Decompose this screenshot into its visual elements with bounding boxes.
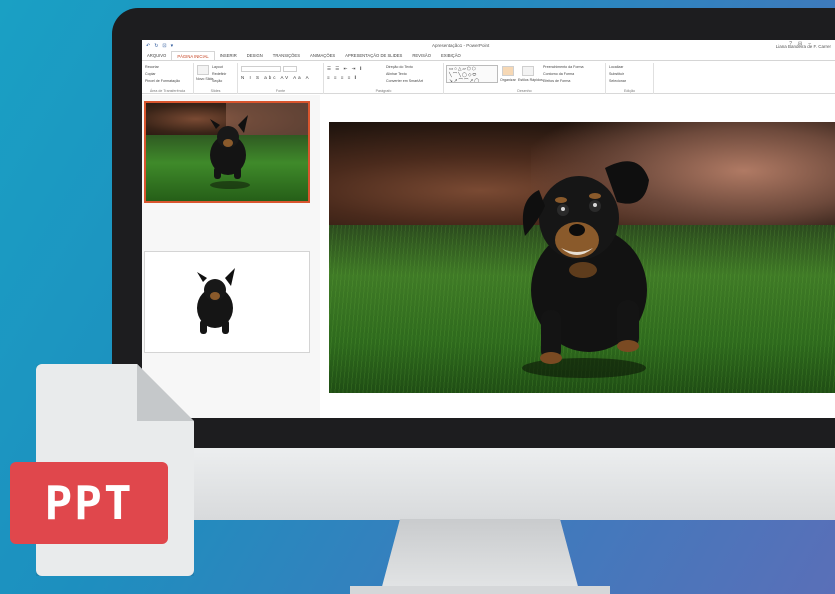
copy-button[interactable]: Copiar	[145, 72, 156, 76]
quick-styles-icon[interactable]	[522, 66, 534, 76]
drawing-group-label: Desenho	[517, 89, 532, 93]
shapes-gallery[interactable]: ▭○△▱⬠⬡ ╲⌒╲◯◇⬭ ↘↗⌒⌒↗◯	[446, 65, 498, 83]
slide-thumbnails-pane	[142, 95, 320, 418]
slide-thumbnail-1[interactable]	[144, 101, 310, 203]
drawing-group: ▭○△▱⬠⬡ ╲⌒╲◯◇⬭ ↘↗⌒⌒↗◯ Organizar Estilos Ráp…	[444, 63, 606, 94]
quick-styles-button[interactable]: Estilos Rápidos	[518, 78, 543, 82]
arrange-icon[interactable]	[502, 66, 514, 76]
list-buttons[interactable]: ☰ ☰ ⇤ ⇥ ‖	[327, 66, 363, 72]
paragraph-group-label: Parágrafo	[375, 89, 392, 93]
find-button[interactable]: Localizar	[609, 65, 623, 69]
dachshund-photo	[522, 161, 649, 378]
shape-fill-button[interactable]: Preenchimento da Forma	[543, 65, 584, 69]
ribbon: Recortar Copiar Pincel de Formatação Áre…	[142, 60, 835, 94]
editing-group-label: Edição	[624, 89, 635, 93]
slide-canvas[interactable]	[329, 122, 835, 393]
customize-icon[interactable]: ▾	[171, 43, 174, 49]
shape-effects-button[interactable]: Efeitos de Forma	[543, 79, 570, 83]
section-button[interactable]: Seção	[212, 79, 222, 83]
slide-thumbnail-2[interactable]	[144, 251, 310, 353]
title-bar: ↶ ↻ ⊡ ▾ Apresentação1 - PowerPoint ? ⊟ –…	[142, 40, 835, 51]
replace-button[interactable]: Substituir	[609, 72, 624, 76]
window-title: Apresentação1 - PowerPoint	[432, 43, 490, 48]
thumbnail-cutout-dog	[145, 252, 309, 352]
ribbon-tabs: ARQUIVO PÁGINA INICIAL INSERIR DESIGN TR…	[142, 51, 835, 60]
user-name[interactable]: Liana Bandeira de F. Carrer	[776, 44, 831, 49]
thumbnail-photo	[146, 103, 308, 201]
clipboard-group: Recortar Copiar Pincel de Formatação Áre…	[142, 63, 194, 94]
redo-icon[interactable]: ↻	[154, 43, 158, 49]
cut-button[interactable]: Recortar	[145, 65, 159, 69]
tab-view[interactable]: EXIBIÇÃO	[436, 51, 466, 60]
shape-outline-button[interactable]: Contorno da Forma	[543, 72, 574, 76]
slides-group: Novo Slide Layout Redefinir Seção Slides	[194, 63, 238, 94]
font-group-label: Fonte	[275, 89, 286, 93]
format-painter-button[interactable]: Pincel de Formatação	[145, 79, 180, 83]
convert-smartart-button[interactable]: Converter em SmartArt	[386, 79, 423, 83]
font-format-buttons[interactable]: N I S abc AV Aa A	[241, 75, 311, 80]
monitor-chin	[112, 448, 835, 520]
tab-animations[interactable]: ANIMAÇÕES	[305, 51, 340, 60]
tab-design[interactable]: DESIGN	[242, 51, 268, 60]
font-size-select[interactable]	[283, 66, 297, 72]
select-button[interactable]: Selecionar	[609, 79, 626, 83]
paragraph-group: ☰ ☰ ⇤ ⇥ ‖ ≡ ≡ ≡ ≡ ‖ Direção do Texto Ali…	[324, 63, 444, 94]
undo-icon[interactable]: ↶	[146, 43, 150, 49]
editing-group: Localizar Substituir Selecionar Edição	[606, 63, 654, 94]
tab-review[interactable]: REVISÃO	[407, 51, 436, 60]
start-icon[interactable]: ⊡	[162, 43, 166, 49]
align-buttons[interactable]: ≡ ≡ ≡ ≡ ‖	[327, 75, 358, 80]
font-group: N I S abc AV Aa A Fonte	[238, 63, 324, 94]
monitor-stand	[380, 519, 580, 594]
new-slide-button[interactable]: Novo Slide	[196, 77, 213, 81]
slides-group-label: Slides	[210, 89, 221, 93]
monitor-stand-base	[350, 586, 610, 594]
tab-home[interactable]: PÁGINA INICIAL	[171, 51, 215, 60]
font-name-select[interactable]	[241, 66, 281, 72]
clipboard-group-label: Área de Transferência	[149, 89, 186, 93]
reset-button[interactable]: Redefinir	[212, 72, 226, 76]
tab-transitions[interactable]: TRANSIÇÕES	[268, 51, 305, 60]
tab-file[interactable]: ARQUIVO	[142, 51, 171, 60]
new-slide-icon[interactable]	[197, 65, 209, 75]
text-direction-button[interactable]: Direção do Texto	[386, 65, 413, 69]
tab-insert[interactable]: INSERIR	[215, 51, 242, 60]
align-text-button[interactable]: Alinhar Texto	[386, 72, 407, 76]
layout-button[interactable]: Layout	[212, 65, 223, 69]
powerpoint-window: ↶ ↻ ⊡ ▾ Apresentação1 - PowerPoint ? ⊟ –…	[142, 40, 835, 418]
quick-access-toolbar: ↶ ↻ ⊡ ▾	[142, 43, 173, 49]
tab-slideshow[interactable]: APRESENTAÇÃO DE SLIDES	[340, 51, 407, 60]
arrange-button[interactable]: Organizar	[500, 78, 516, 82]
ppt-badge: PPT	[10, 462, 168, 544]
